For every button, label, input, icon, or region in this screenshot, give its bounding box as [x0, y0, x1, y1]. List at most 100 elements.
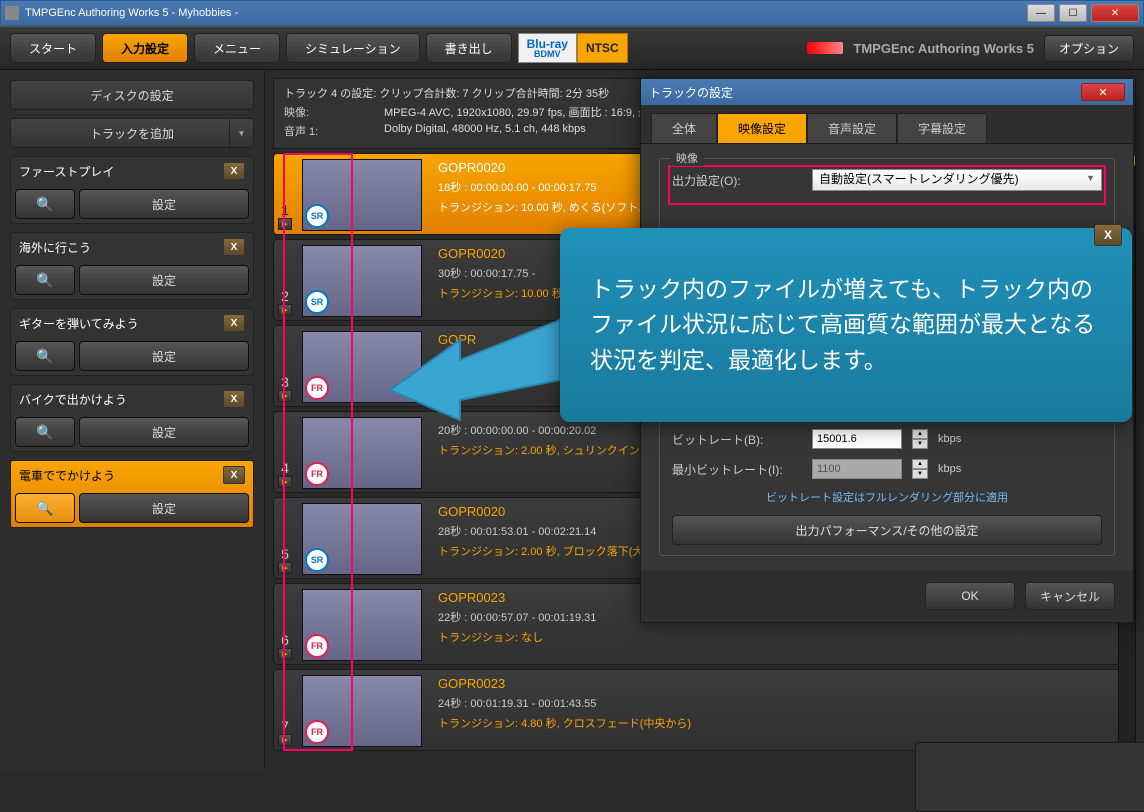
clip-transition: トランジション: なし — [438, 629, 1125, 645]
panel-close-button[interactable]: X — [223, 162, 245, 180]
sidebar-panel[interactable]: バイクで出かけよう X 🔍 設定 — [10, 384, 254, 452]
performance-button[interactable]: 出力パフォーマンス/その他の設定 — [672, 515, 1102, 545]
dropdown-arrow-icon[interactable]: ▼ — [229, 119, 253, 147]
smart-render-badge: SR — [305, 548, 329, 572]
clip-item[interactable]: 7 ▶ FR GOPR0023 24秒 : 00:01:19.31 - 00:0… — [273, 669, 1136, 751]
callout-arrow-icon — [380, 290, 580, 440]
panel-close-button[interactable]: X — [223, 466, 245, 484]
clip-timecode: 24秒 : 00:01:19.31 - 00:01:43.55 — [438, 695, 1125, 711]
output-label: 出力設定(O): — [672, 172, 802, 189]
play-button[interactable]: ▶ — [278, 304, 292, 316]
full-render-badge: FR — [305, 720, 329, 744]
search-icon: 🔍 — [36, 424, 53, 441]
dlg-tab-all[interactable]: 全体 — [651, 113, 717, 143]
ok-button[interactable]: OK — [925, 582, 1015, 610]
clip-number: 4 ▶ — [274, 412, 296, 492]
dlg-tab-audio[interactable]: 音声設定 — [807, 113, 897, 143]
settings-button[interactable]: 設定 — [79, 341, 249, 371]
minimize-button[interactable]: — — [1027, 4, 1055, 22]
search-button[interactable]: 🔍 — [15, 341, 75, 371]
clip-name: GOPR0023 — [438, 676, 1125, 691]
play-button[interactable]: ▶ — [278, 648, 292, 660]
tab-input[interactable]: 入力設定 — [102, 33, 188, 63]
panel-title: バイクで出かけよう — [19, 391, 127, 408]
clip-thumbnail[interactable]: FR — [302, 675, 422, 747]
clip-number: 2 ▶ — [274, 240, 296, 320]
dlg-tab-video[interactable]: 映像設定 — [717, 113, 807, 143]
tab-simulation[interactable]: シミュレーション — [286, 33, 420, 63]
brand-text: TMPGEnc Authoring Works 5 — [853, 41, 1034, 56]
min-bitrate-input — [812, 459, 902, 479]
cancel-button[interactable]: キャンセル — [1025, 582, 1115, 610]
clip-thumbnail[interactable]: SR — [302, 159, 422, 231]
settings-button[interactable]: 設定 — [79, 189, 249, 219]
tab-start[interactable]: スタート — [10, 33, 96, 63]
audio-value: Dolby Digital, 48000 Hz, 5.1 ch, 448 kbp… — [384, 123, 586, 139]
audio-label: 音声 1: — [284, 123, 354, 139]
search-icon: 🔍 — [36, 196, 53, 213]
sidebar-panel[interactable]: ファーストプレイ X 🔍 設定 — [10, 156, 254, 224]
clip-number: 5 ▶ — [274, 498, 296, 578]
track-summary: トラック 4 の設定: クリップ合計数: 7 クリップ合計時間: 2分 35秒 — [284, 85, 609, 101]
panel-title: ファーストプレイ — [19, 163, 114, 180]
play-button[interactable]: ▶ — [278, 218, 292, 230]
search-button[interactable]: 🔍 — [15, 417, 75, 447]
clip-number: 6 ▶ — [274, 584, 296, 664]
clip-thumbnail[interactable]: SR — [302, 503, 422, 575]
video-label: 映像: — [284, 104, 354, 120]
full-render-badge: FR — [305, 376, 329, 400]
clip-number: 7 ▶ — [274, 670, 296, 750]
bitrate-input[interactable] — [812, 429, 902, 449]
sidebar-panel[interactable]: 海外に行こう X 🔍 設定 — [10, 232, 254, 300]
bitrate-note: ビットレート設定はフルレンダリング部分に適用 — [672, 489, 1102, 505]
sidebar-panel[interactable]: ギターを弾いてみよう X 🔍 設定 — [10, 308, 254, 376]
settings-button[interactable]: 設定 — [79, 417, 249, 447]
close-button[interactable]: ✕ — [1091, 4, 1139, 22]
tab-menu[interactable]: メニュー — [194, 33, 280, 63]
min-bitrate-spinner: ▲▼ — [912, 459, 928, 479]
play-button[interactable]: ▶ — [278, 390, 292, 402]
search-button[interactable]: 🔍 — [15, 265, 75, 295]
tooltip-close-button[interactable]: X — [1094, 224, 1122, 246]
format-standard: NTSC — [577, 33, 628, 63]
main-toolbar: スタート 入力設定 メニュー シミュレーション 書き出し Blu-rayBDMV… — [0, 26, 1144, 70]
settings-button[interactable]: 設定 — [79, 265, 249, 295]
search-icon: 🔍 — [36, 348, 53, 365]
panel-title: 海外に行こう — [19, 239, 91, 256]
smart-render-badge: SR — [305, 290, 329, 314]
panel-close-button[interactable]: X — [223, 390, 245, 408]
output-select[interactable]: 自動設定(スマートレンダリング優先) — [812, 169, 1102, 191]
unit-kbps: kbps — [938, 463, 961, 475]
sidebar-panel[interactable]: 電車ででかけよう X 🔍 設定 — [10, 460, 254, 528]
tab-write[interactable]: 書き出し — [426, 33, 512, 63]
sidebar: ディスクの設定 トラックを追加▼ ファーストプレイ X 🔍 設定 海外に行こう … — [0, 70, 265, 770]
dialog-tabs: 全体 映像設定 音声設定 字幕設定 — [641, 105, 1133, 144]
panel-close-button[interactable]: X — [223, 238, 245, 256]
tooltip-text: トラック内のファイルが増えても、トラック内のファイル状況に応じて高画質な範囲が最… — [590, 272, 1106, 379]
option-button[interactable]: オプション — [1044, 35, 1134, 62]
play-button[interactable]: ▶ — [278, 734, 292, 746]
clip-thumbnail[interactable]: FR — [302, 589, 422, 661]
panel-title: 電車ででかけよう — [19, 467, 115, 484]
window-titlebar: TMPGEnc Authoring Works 5 - Myhobbies - … — [0, 0, 1144, 26]
dlg-tab-subtitle[interactable]: 字幕設定 — [897, 113, 987, 143]
play-button[interactable]: ▶ — [278, 476, 292, 488]
settings-button[interactable]: 設定 — [79, 493, 249, 523]
add-track-button[interactable]: トラックを追加▼ — [10, 118, 254, 148]
clip-number: 3 ▶ — [274, 326, 296, 406]
dialog-title: トラックの設定 — [649, 84, 733, 101]
search-icon: 🔍 — [36, 500, 53, 517]
panel-close-button[interactable]: X — [223, 314, 245, 332]
dialog-close-button[interactable]: ✕ — [1081, 83, 1125, 101]
video-value: MPEG-4 AVC, 1920x1080, 29.97 fps, 画面比 : … — [384, 104, 660, 120]
disc-settings-button[interactable]: ディスクの設定 — [10, 80, 254, 110]
search-button[interactable]: 🔍 — [15, 189, 75, 219]
window-title: TMPGEnc Authoring Works 5 - Myhobbies - — [25, 7, 238, 19]
play-button[interactable]: ▶ — [278, 562, 292, 574]
unit-kbps: kbps — [938, 433, 961, 445]
maximize-button[interactable]: ☐ — [1059, 4, 1087, 22]
search-button[interactable]: 🔍 — [15, 493, 75, 523]
dialog-titlebar: トラックの設定 ✕ — [641, 79, 1133, 105]
info-tooltip: X トラック内のファイルが増えても、トラック内のファイル状況に応じて高画質な範囲… — [560, 228, 1132, 422]
bitrate-spinner[interactable]: ▲▼ — [912, 429, 928, 449]
